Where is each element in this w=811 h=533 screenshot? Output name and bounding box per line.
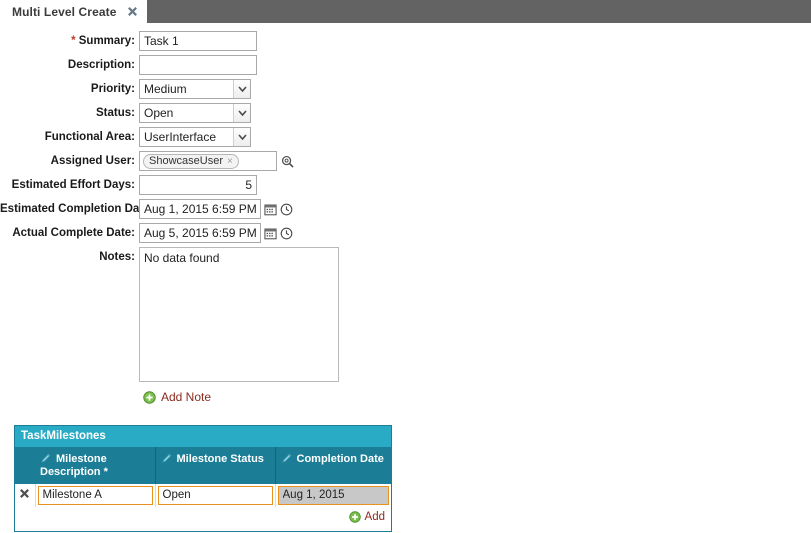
user-token[interactable]: ShowcaseUser × <box>143 153 239 169</box>
field-row-status: Status: Open <box>0 103 811 123</box>
priority-select[interactable]: Medium <box>139 79 251 99</box>
header-milestone-description: Milestone Description * <box>35 446 156 484</box>
cell-completion-date <box>275 483 391 507</box>
completion-date-input[interactable] <box>277 485 389 505</box>
pencil-icon <box>40 452 51 463</box>
field-row-description: Description: <box>0 55 811 75</box>
user-token-label: ShowcaseUser <box>149 155 223 167</box>
field-row-estimated-effort-days: Estimated Effort Days: <box>0 175 811 195</box>
pencil-icon <box>161 452 172 463</box>
summary-label: * Summary: <box>71 35 135 47</box>
plus-circle-icon <box>143 390 156 404</box>
milestone-description-input[interactable] <box>37 485 153 505</box>
clock-icon[interactable] <box>280 203 293 216</box>
priority-label: Priority: <box>90 83 135 95</box>
estimated-completion-date-input[interactable] <box>139 199 261 219</box>
functional-area-label: Functional Area: <box>44 131 135 143</box>
add-note-button[interactable]: Add Note <box>143 390 211 404</box>
field-row-summary: * Summary: <box>0 31 811 51</box>
table-header-row: Milestone Description * Milestone Status… <box>15 446 391 484</box>
chevron-down-icon <box>233 80 250 98</box>
field-row-functional-area: Functional Area: UserInterface <box>0 127 811 147</box>
header-milestone-status-label: Milestone Status <box>176 452 264 465</box>
assigned-user-label: Assigned User: <box>50 155 135 167</box>
actual-complete-date-label: Actual Complete Date: <box>12 227 135 239</box>
header-completion-date-label: Completion Date <box>296 452 384 465</box>
header-completion-date: Completion Date <box>275 446 391 484</box>
description-input[interactable] <box>139 55 257 75</box>
functional-area-value: UserInterface <box>144 130 217 144</box>
status-label: Status: <box>96 107 135 119</box>
close-icon[interactable] <box>127 6 138 17</box>
field-row-assigned-user: Assigned User: ShowcaseUser × <box>0 151 811 171</box>
chevron-down-icon <box>233 104 250 122</box>
task-form: * Summary: Description: Priority: Medium… <box>0 23 811 407</box>
cell-milestone-status <box>155 483 276 507</box>
tab-multi-level-create[interactable]: Multi Level Create <box>0 0 147 23</box>
delete-row-icon[interactable] <box>19 488 30 499</box>
tab-bar: Multi Level Create <box>0 0 811 23</box>
tab-bar-empty-area <box>147 0 811 23</box>
calendar-icon[interactable] <box>264 203 277 216</box>
description-label: Description: <box>67 59 135 71</box>
status-value: Open <box>144 106 174 120</box>
row-delete-cell <box>15 483 36 507</box>
notes-label: Notes: <box>99 251 135 263</box>
field-row-estimated-completion-date: Estimated Completion Date: <box>0 199 811 219</box>
grid-title: TaskMilestones <box>15 425 391 447</box>
add-note-label: Add Note <box>161 390 212 404</box>
priority-value: Medium <box>144 82 187 96</box>
add-row-cell: Add <box>15 506 391 531</box>
task-milestones-grid: TaskMilestones Milestone Description * M… <box>14 424 392 532</box>
estimated-effort-days-label: Estimated Effort Days: <box>11 179 135 191</box>
pencil-icon <box>281 452 292 463</box>
actual-complete-date-input[interactable] <box>139 223 261 243</box>
status-select[interactable]: Open <box>139 103 251 123</box>
chevron-down-icon <box>233 128 250 146</box>
table-row <box>15 483 391 507</box>
token-remove-icon[interactable]: × <box>227 156 233 167</box>
clock-icon[interactable] <box>280 227 293 240</box>
field-row-actual-complete-date: Actual Complete Date: <box>0 223 811 243</box>
notes-textarea[interactable]: No data found <box>139 247 339 382</box>
summary-input[interactable] <box>139 31 257 51</box>
tab-label: Multi Level Create <box>12 4 117 19</box>
header-actions <box>15 446 35 484</box>
add-milestone-label: Add <box>364 510 385 523</box>
search-icon[interactable] <box>281 155 294 168</box>
required-asterisk: * <box>71 35 76 47</box>
add-milestone-button[interactable]: Add <box>348 510 385 523</box>
estimated-effort-days-input[interactable] <box>139 175 257 195</box>
calendar-icon[interactable] <box>264 227 277 240</box>
milestone-status-input[interactable] <box>157 485 273 505</box>
cell-milestone-description <box>35 483 156 507</box>
milestones-table: Milestone Description * Milestone Status… <box>15 446 391 531</box>
estimated-completion-date-label: Estimated Completion Date: <box>0 203 154 215</box>
field-row-priority: Priority: Medium <box>0 79 811 99</box>
plus-circle-icon <box>348 510 361 523</box>
header-milestone-status: Milestone Status <box>155 446 276 484</box>
functional-area-select[interactable]: UserInterface <box>139 127 251 147</box>
assigned-user-input[interactable]: ShowcaseUser × <box>139 151 277 171</box>
table-footer-row: Add <box>15 506 391 531</box>
field-row-notes: Notes: No data found <box>0 247 811 382</box>
